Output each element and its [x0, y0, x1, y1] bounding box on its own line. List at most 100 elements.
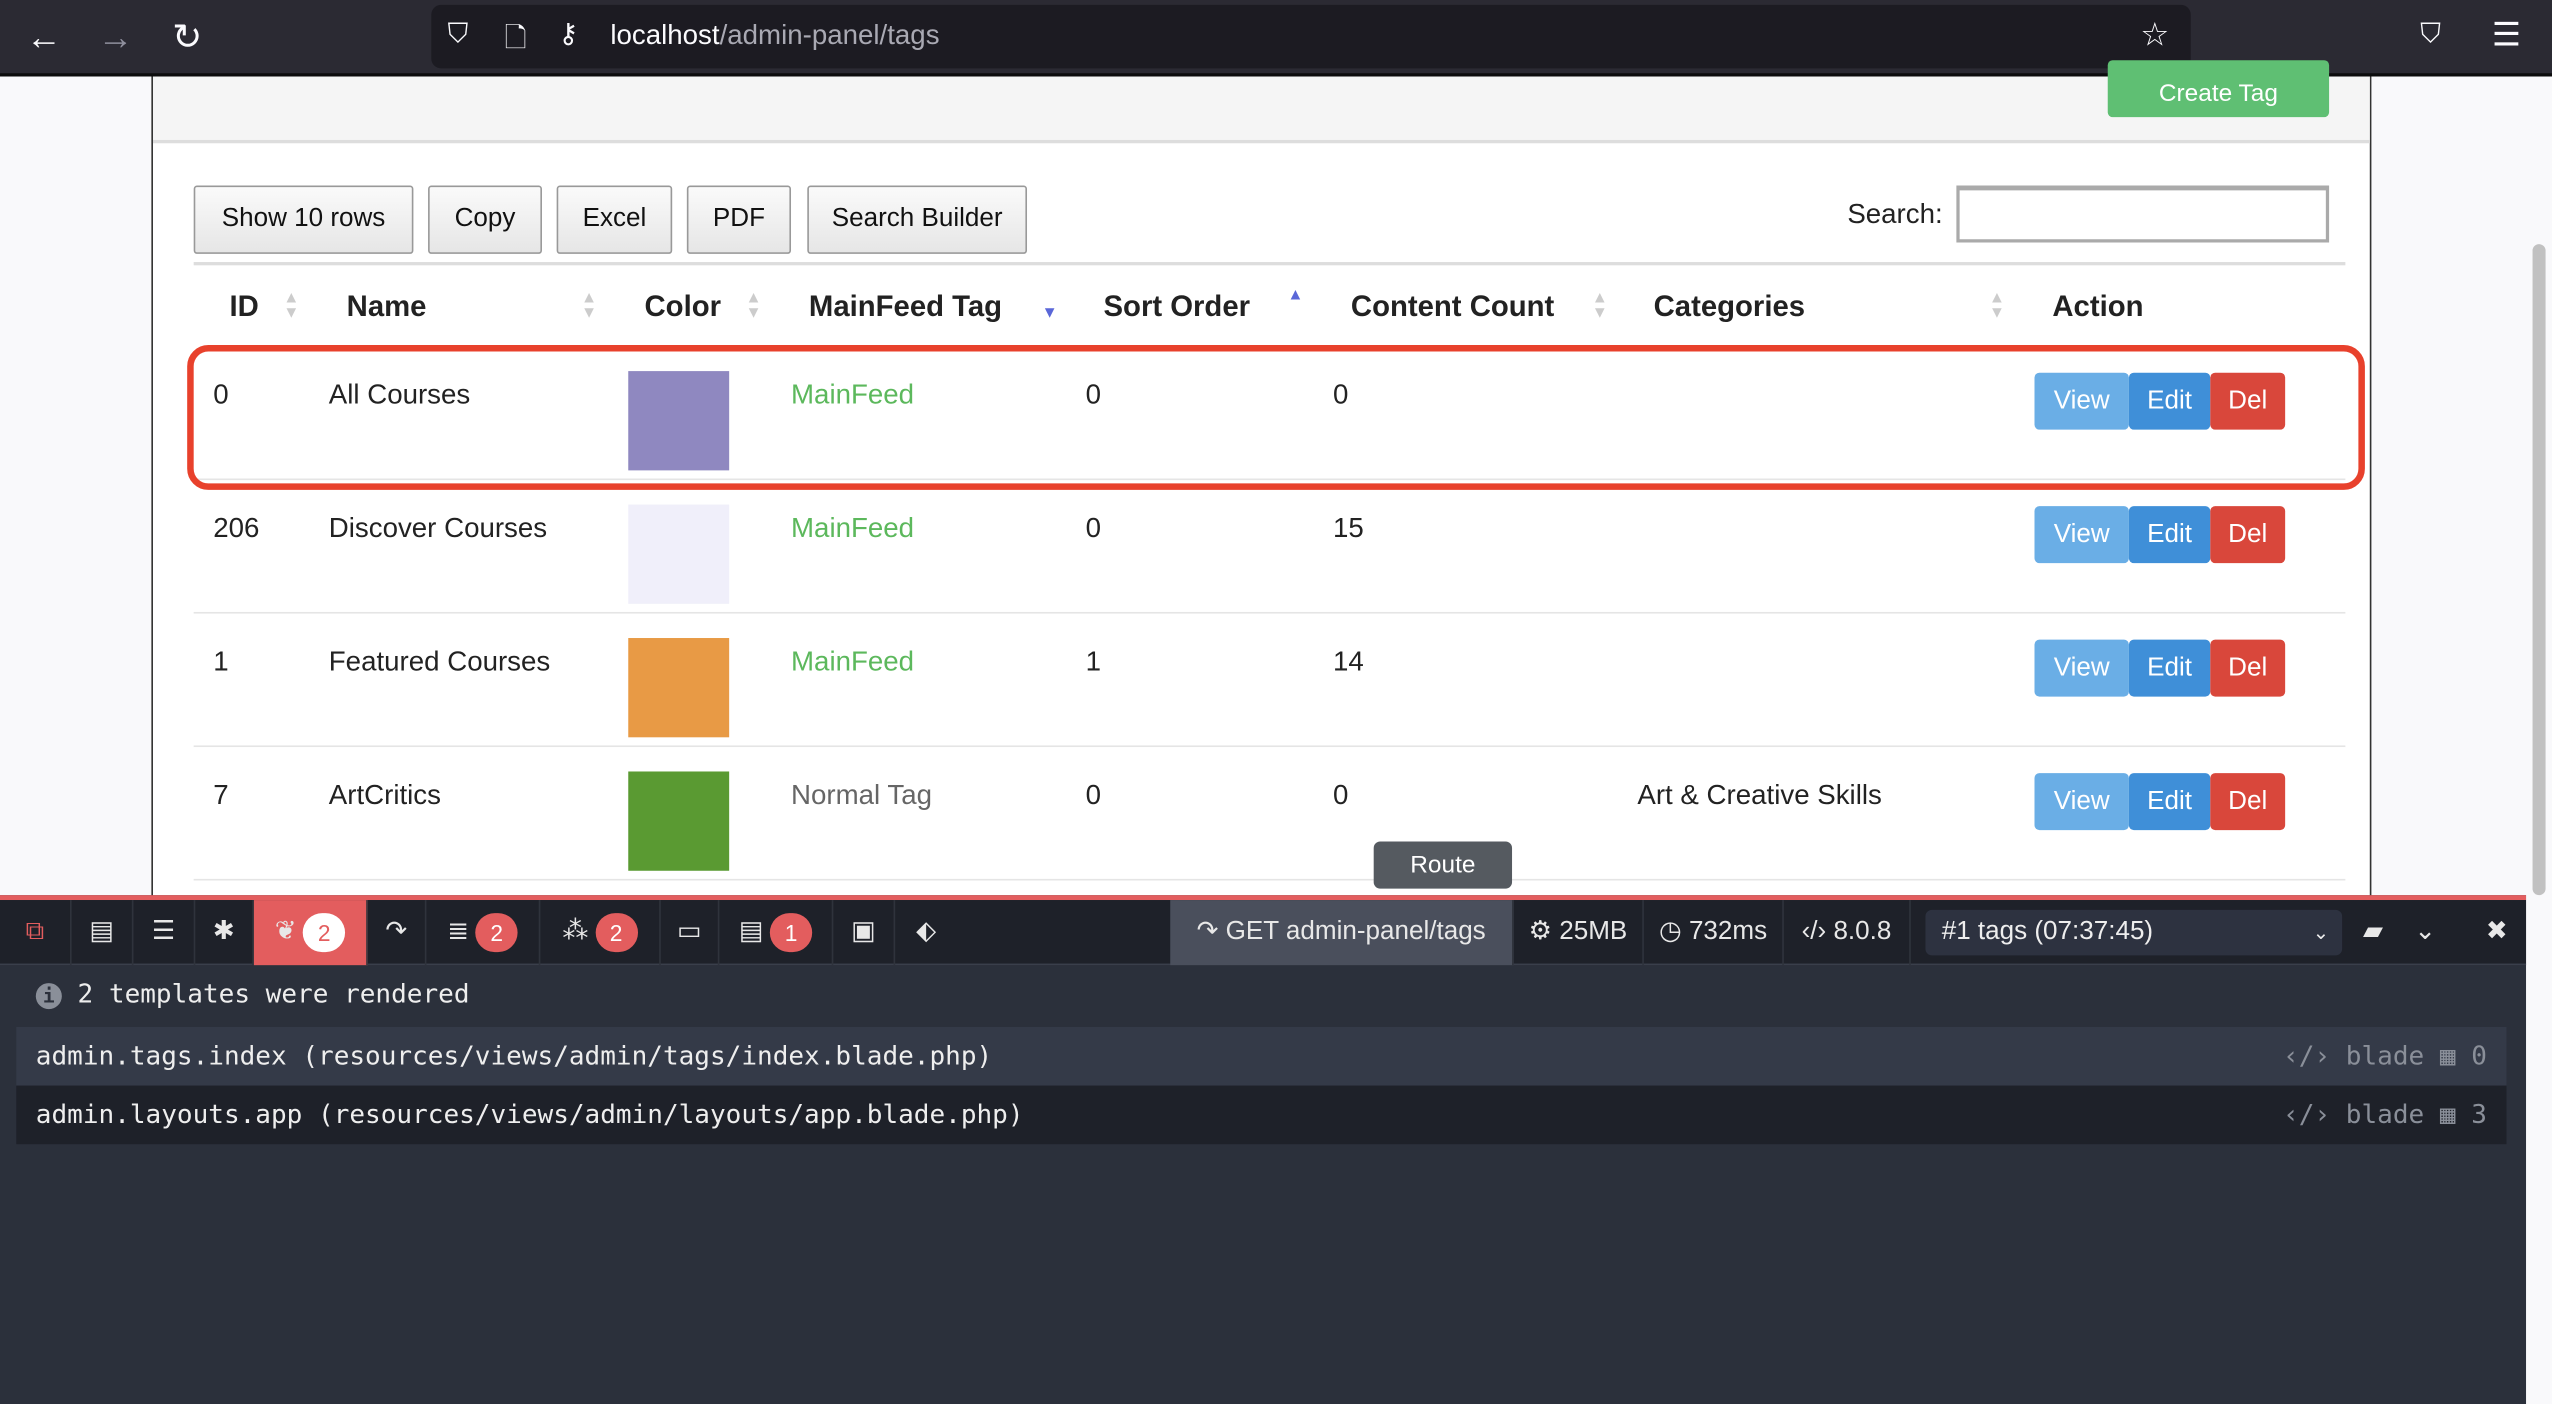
- leaf-icon: ❦: [274, 917, 297, 946]
- logs-badge: 1: [769, 912, 813, 952]
- pdf-button[interactable]: PDF: [686, 185, 792, 254]
- views-tab[interactable]: ❦ 2: [253, 900, 368, 966]
- table-icon: ▦: [2439, 1040, 2456, 1071]
- column-categories[interactable]: Categories: [1654, 290, 1805, 324]
- logs-tab[interactable]: ▤ 1: [719, 900, 834, 966]
- sort-icon[interactable]: ▲ ▼: [745, 291, 761, 322]
- queries-tab[interactable]: ≣ 2: [426, 900, 541, 966]
- sort-icon[interactable]: ▲ ▼: [1989, 291, 2005, 322]
- column-mainfeed[interactable]: MainFeed Tag: [809, 290, 1002, 324]
- debugbar-toolbar: ⧉ ▤ ☰ ✱ ❦ 2 ↷ ≣ 2 ⁂ 2 ▭ ▤ 1 ▣ ⬖ ↷ GET admin-…: [0, 900, 2527, 966]
- exceptions-bug-icon[interactable]: ✱: [195, 900, 254, 966]
- cell-id: 206: [213, 512, 260, 544]
- column-sort-order[interactable]: Sort Order: [1104, 290, 1251, 324]
- delete-button[interactable]: Del: [2210, 639, 2286, 697]
- route-tooltip: Route: [1373, 841, 1513, 889]
- reload-icon[interactable]: ↻: [166, 16, 208, 58]
- cell-sort-order: 0: [1085, 779, 1102, 811]
- sort-icon[interactable]: ▲ ▼: [581, 291, 597, 322]
- sort-desc-icon[interactable]: ▼: [1042, 291, 1058, 321]
- sort-asc-icon[interactable]: ▲: [1287, 287, 1303, 303]
- color-swatch: [628, 504, 730, 604]
- edit-button[interactable]: Edit: [2128, 639, 2211, 697]
- request-select[interactable]: #1 tags (07:37:45) ⌄: [1925, 909, 2343, 956]
- column-color[interactable]: Color: [645, 290, 721, 324]
- cell-mainfeed: MainFeed: [791, 646, 915, 678]
- shield-icon[interactable]: ⛉: [448, 18, 469, 51]
- cell-id: 1: [213, 646, 229, 678]
- cell-content-count: 0: [1333, 779, 1349, 811]
- search-input[interactable]: [1956, 185, 2330, 243]
- column-content-count[interactable]: Content Count: [1351, 290, 1554, 324]
- template-name: admin.layouts.app (resources/views/admin…: [35, 1098, 1024, 1130]
- template-type: blade: [2345, 1040, 2425, 1071]
- time-value: 732ms: [1688, 917, 1768, 946]
- url-path: /admin-panel/tags: [719, 19, 940, 51]
- create-tag-button[interactable]: Create Tag: [2107, 60, 2330, 118]
- database-icon: ≣: [447, 917, 470, 946]
- column-id[interactable]: ID: [229, 290, 258, 324]
- table-row: 7 ArtCritics Normal Tag 0 0 Art & Creati…: [193, 747, 2346, 881]
- url-bar[interactable]: ⛉ 🗋 ⚷ localhost/admin-panel/tags ☆: [431, 4, 2191, 69]
- request-route[interactable]: ↷ GET admin-panel/tags: [1170, 900, 1514, 966]
- cell-id: 7: [213, 779, 229, 811]
- laravel-logo-icon[interactable]: ⧉: [0, 900, 72, 966]
- divider: [193, 262, 2346, 266]
- cell-name: ArtCritics: [328, 779, 442, 811]
- route-tab-icon[interactable]: ↷: [368, 900, 427, 966]
- pocket-icon[interactable]: ⛉: [2420, 18, 2441, 51]
- session-archive-icon[interactable]: ▣: [833, 900, 896, 966]
- excel-button[interactable]: Excel: [556, 185, 673, 254]
- php-version: ‹/› 8.0.8: [1784, 900, 1911, 966]
- cell-mainfeed: MainFeed: [791, 512, 915, 544]
- edit-button[interactable]: Edit: [2128, 506, 2211, 564]
- forward-icon[interactable]: →: [94, 16, 136, 58]
- mail-inbox-icon[interactable]: ▭: [661, 900, 720, 966]
- delete-button[interactable]: Del: [2210, 773, 2286, 831]
- sort-icon[interactable]: ▲ ▼: [1592, 291, 1608, 322]
- messages-tab-icon[interactable]: ▤: [72, 900, 134, 966]
- table-row: 1 Featured Courses MainFeed 1 14 View Ed…: [193, 614, 2346, 748]
- cell-categories: Art & Creative Skills: [1637, 779, 1882, 811]
- models-tab[interactable]: ⁂ 2: [540, 900, 661, 966]
- view-button[interactable]: View: [2034, 773, 2129, 831]
- views-badge: 2: [303, 912, 346, 952]
- template-params: 0: [2471, 1040, 2487, 1071]
- cell-name: Featured Courses: [328, 646, 551, 678]
- code-icon: ‹/›: [2283, 1098, 2331, 1130]
- php-value: 8.0.8: [1833, 917, 1892, 946]
- queries-badge: 2: [475, 912, 518, 952]
- edit-button[interactable]: Edit: [2128, 773, 2211, 831]
- url-text[interactable]: localhost/admin-panel/tags: [610, 20, 939, 53]
- back-icon[interactable]: ←: [23, 16, 65, 58]
- show-rows-button[interactable]: Show 10 rows: [193, 185, 414, 254]
- template-params: 3: [2471, 1098, 2487, 1130]
- tags-icon[interactable]: ⬖: [895, 900, 957, 965]
- star-icon[interactable]: ☆: [2140, 15, 2169, 56]
- color-swatch: [628, 771, 730, 871]
- list-icon: ▤: [738, 917, 764, 946]
- open-folder-icon[interactable]: ▰: [2350, 900, 2396, 965]
- timeline-tab-icon[interactable]: ☰: [133, 900, 196, 966]
- cell-sort-order: 1: [1085, 646, 1102, 678]
- view-button[interactable]: View: [2034, 639, 2129, 697]
- minimize-chevron-icon[interactable]: ⌄: [2402, 900, 2448, 965]
- copy-button[interactable]: Copy: [428, 185, 542, 254]
- view-button[interactable]: View: [2034, 506, 2129, 564]
- close-icon[interactable]: ✖: [2474, 900, 2520, 965]
- key-icon[interactable]: ⚷: [558, 18, 578, 51]
- cell-sort-order: 0: [1085, 512, 1102, 544]
- sort-icon[interactable]: ▲ ▼: [283, 291, 299, 322]
- search-label: Search:: [1847, 198, 1943, 230]
- cell-name: Discover Courses: [328, 512, 548, 544]
- menu-icon[interactable]: ☰: [2492, 15, 2521, 56]
- debugbar: ⧉ ▤ ☰ ✱ ❦ 2 ↷ ≣ 2 ⁂ 2 ▭ ▤ 1 ▣ ⬖ ↷ GET admin-…: [0, 895, 2527, 1404]
- delete-button[interactable]: Del: [2210, 506, 2286, 564]
- table-icon: ▦: [2439, 1098, 2456, 1130]
- time: ◷ 732ms: [1644, 900, 1784, 966]
- card-header: Create Tag: [152, 60, 2370, 144]
- search-builder-button[interactable]: Search Builder: [807, 185, 1028, 254]
- column-name[interactable]: Name: [347, 290, 427, 324]
- info-icon: i: [35, 983, 62, 1010]
- page-scrollbar[interactable]: [2532, 244, 2546, 896]
